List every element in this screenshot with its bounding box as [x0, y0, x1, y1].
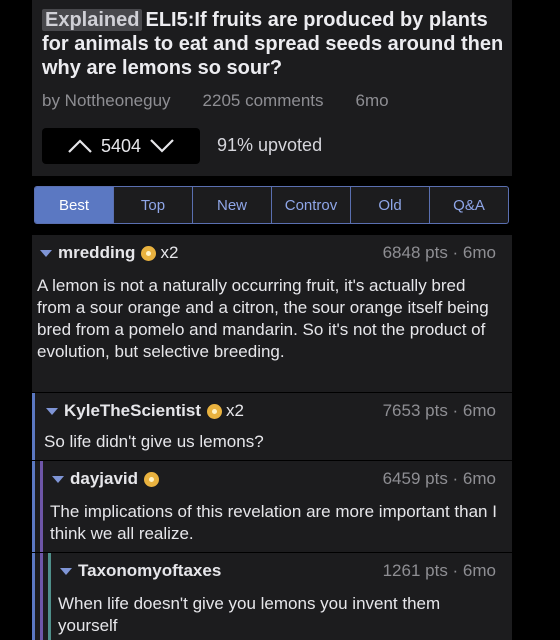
- comment-score: 6459 pts · 6mo: [382, 469, 496, 488]
- comment-body: A lemon is not a naturally occurring fru…: [37, 276, 489, 361]
- comment-body: The implications of this revelation are …: [50, 502, 497, 543]
- award-icon: [207, 403, 222, 419]
- thread-line: [40, 553, 43, 640]
- downvote-icon[interactable]: [149, 138, 175, 154]
- award-icon: [144, 471, 160, 487]
- tab-new[interactable]: New: [193, 187, 272, 223]
- comment-body: When life doesn't give you lemons you in…: [58, 594, 441, 635]
- comment-author[interactable]: dayjavid: [70, 469, 138, 489]
- thread-line: [32, 461, 35, 552]
- comment-score: 7653 pts · 6mo: [382, 401, 496, 420]
- tab-controversial[interactable]: Controv: [272, 187, 351, 223]
- award-count: x2: [160, 243, 179, 262]
- comment[interactable]: dayjavid 6459 pts · 6mo The implications…: [32, 460, 512, 552]
- post-meta: by Nottheoneguy 2205 comments 6mo: [42, 91, 502, 111]
- sort-tabs: Best Top New Controv Old Q&A: [34, 186, 509, 224]
- post-score: 5404: [100, 135, 142, 156]
- comment-author[interactable]: mredding: [58, 243, 135, 263]
- comment-header: mredding x2: [40, 243, 178, 263]
- comment-header: dayjavid: [52, 469, 160, 489]
- comment-score: 6848 pts · 6mo: [382, 243, 496, 262]
- upvote-icon[interactable]: [67, 138, 93, 154]
- award-icon: [141, 245, 157, 261]
- collapse-arrow-icon[interactable]: [60, 567, 72, 575]
- tab-best[interactable]: Best: [35, 187, 114, 223]
- award-count: x2: [226, 401, 244, 420]
- vote-box: 5404: [42, 128, 200, 164]
- comment-author[interactable]: KyleTheScientist: [64, 401, 201, 421]
- comment[interactable]: mredding x2 6848 pts · 6mo A lemon is no…: [32, 234, 512, 392]
- comment-body: So life didn't give us lemons?: [44, 432, 264, 451]
- post-author[interactable]: by Nottheoneguy: [42, 91, 171, 111]
- collapse-arrow-icon[interactable]: [46, 407, 58, 415]
- post-card[interactable]: Explained ELI5:If fruits are produced by …: [32, 0, 512, 176]
- post-comment-count[interactable]: 2205 comments: [203, 91, 324, 111]
- thread-line: [32, 393, 35, 460]
- comment-header: Taxonomyoftaxes: [60, 561, 221, 581]
- tab-old[interactable]: Old: [351, 187, 430, 223]
- comment[interactable]: Taxonomyoftaxes 1261 pts · 6mo When life…: [32, 552, 512, 640]
- post-title[interactable]: Explained ELI5:If fruits are produced by …: [42, 8, 504, 80]
- comment-header: KyleTheScientist x2: [46, 401, 244, 421]
- post-age: 6mo: [355, 91, 389, 110]
- comment-score: 1261 pts · 6mo: [382, 561, 496, 580]
- upvote-ratio: 91% upvoted: [217, 135, 323, 155]
- tab-qa[interactable]: Q&A: [430, 187, 508, 223]
- collapse-arrow-icon[interactable]: [40, 249, 52, 257]
- thread-line: [48, 553, 51, 640]
- post-flair: Explained: [42, 9, 143, 31]
- comment-author[interactable]: Taxonomyoftaxes: [78, 561, 221, 581]
- tab-top[interactable]: Top: [114, 187, 193, 223]
- comment[interactable]: KyleTheScientist x2 7653 pts · 6mo So li…: [32, 392, 512, 460]
- collapse-arrow-icon[interactable]: [52, 475, 64, 483]
- thread-line: [32, 553, 35, 640]
- thread-line: [40, 461, 43, 552]
